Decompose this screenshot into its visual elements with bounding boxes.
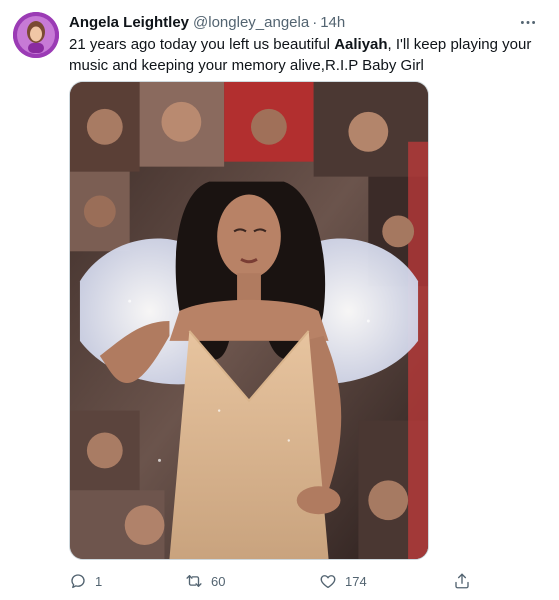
- user-avatar-icon: [13, 12, 59, 58]
- tweet-timestamp[interactable]: 14h: [320, 14, 345, 31]
- avatar[interactable]: [13, 12, 59, 58]
- reply-count: 1: [95, 573, 103, 589]
- more-horizontal-icon[interactable]: [517, 12, 539, 32]
- like-count: 174: [345, 573, 367, 589]
- tweet-text-start: 21 years ago today you left us beautiful: [69, 36, 335, 53]
- tweet-header: Angela Leightley @longley_angela · 14h: [69, 12, 545, 32]
- tweet: Angela Leightley @longley_angela · 14h 2…: [0, 0, 559, 600]
- tweet-text-bold-name: Aaliyah: [334, 36, 388, 53]
- heart-icon: [320, 575, 336, 589]
- share-icon: [455, 573, 469, 589]
- photo-collage-icon: [70, 82, 428, 559]
- retweet-button[interactable]: 60: [185, 570, 225, 592]
- author-display-name[interactable]: Angela Leightley: [69, 14, 189, 31]
- retweet-icon: [186, 575, 202, 587]
- separator-dot: ·: [312, 13, 318, 31]
- share-button[interactable]: [453, 570, 471, 592]
- reply-icon: [71, 574, 85, 589]
- retweet-count: 60: [211, 573, 226, 589]
- reply-button[interactable]: 1: [69, 570, 102, 592]
- like-button[interactable]: 174: [319, 570, 367, 592]
- tweet-text: 21 years ago today you left us beautiful…: [69, 34, 549, 76]
- tweet-media-image[interactable]: [69, 81, 429, 560]
- tweet-actions: 1 60 174: [69, 570, 469, 592]
- more-dots-icon: [520, 20, 536, 24]
- author-handle[interactable]: @longley_angela: [193, 14, 309, 31]
